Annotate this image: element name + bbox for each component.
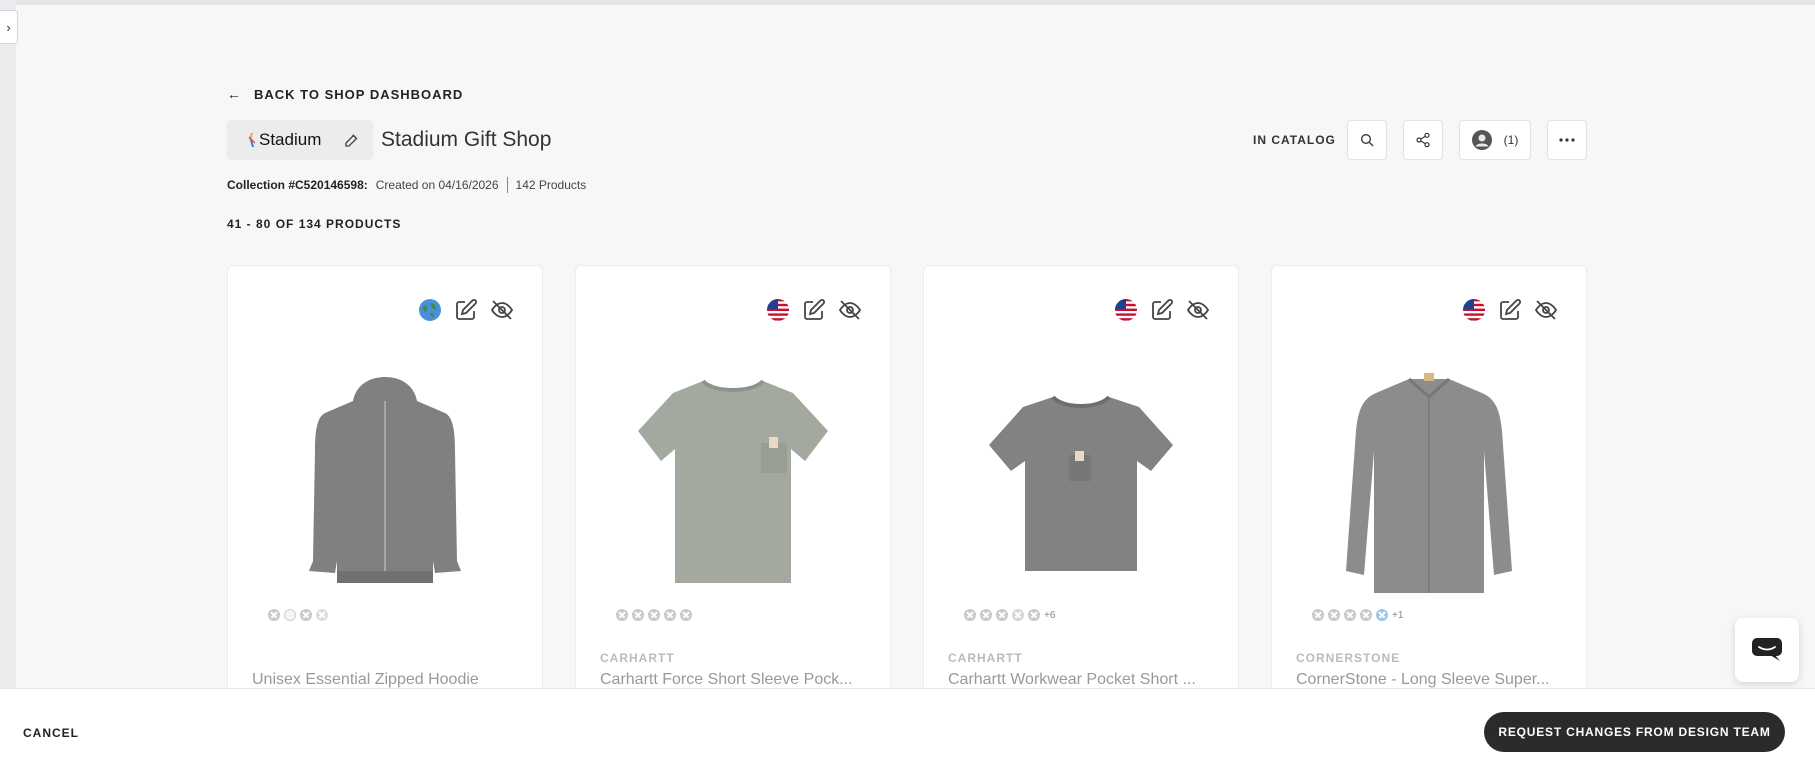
avatar-icon	[1471, 130, 1492, 150]
color-swatches: +1	[1312, 609, 1403, 621]
hide-eye-icon[interactable]	[490, 298, 514, 322]
color-swatch[interactable]	[1376, 609, 1388, 621]
collection-meta: Collection #C520146598: Created on 04/16…	[227, 177, 586, 193]
chat-launcher-button[interactable]	[1735, 618, 1799, 682]
edit-logo-icon[interactable]	[343, 131, 361, 149]
edit-icon[interactable]	[1150, 298, 1174, 322]
stadium-logo-mark-icon	[248, 132, 256, 148]
us-flag-icon	[1115, 299, 1137, 321]
collaborators-count: (1)	[1503, 133, 1519, 147]
top-border	[0, 0, 1815, 5]
color-swatch[interactable]	[1344, 609, 1356, 621]
edit-icon[interactable]	[1498, 298, 1522, 322]
chat-icon	[1752, 638, 1782, 661]
color-swatch[interactable]	[980, 609, 992, 621]
product-count: 142 Products	[515, 178, 587, 192]
product-image	[1346, 373, 1512, 593]
color-swatch[interactable]	[648, 609, 660, 621]
product-name[interactable]: CornerStone - Long Sleeve Super...	[1296, 671, 1572, 689]
edit-icon[interactable]	[802, 298, 826, 322]
product-card[interactable]: Unisex Essential Zipped Hoodie	[227, 265, 543, 705]
product-name[interactable]: Unisex Essential Zipped Hoodie	[252, 671, 528, 689]
back-to-dashboard-link[interactable]: ← BACK TO SHOP DASHBOARD	[227, 86, 463, 102]
color-swatch[interactable]	[616, 609, 628, 621]
color-swatch[interactable]	[664, 609, 676, 621]
color-swatch[interactable]	[1012, 609, 1024, 621]
card-actions	[1102, 298, 1210, 322]
globe-icon	[419, 299, 441, 321]
color-swatches	[268, 609, 332, 621]
product-card[interactable]: CARHARTT Carhartt Force Short Sleeve Poc…	[575, 265, 891, 705]
product-name[interactable]: Carhartt Force Short Sleeve Pock...	[600, 671, 876, 689]
search-button[interactable]	[1347, 120, 1387, 160]
more-colors-count: +6	[1044, 609, 1056, 621]
color-swatch[interactable]	[964, 609, 976, 621]
more-colors-count: +1	[1392, 609, 1404, 621]
divider	[506, 177, 508, 193]
search-icon	[1361, 134, 1374, 147]
color-swatch[interactable]	[1028, 609, 1040, 621]
card-actions	[406, 298, 514, 322]
color-swatch[interactable]	[680, 609, 692, 621]
collaborators-button[interactable]: (1)	[1459, 120, 1531, 160]
product-name[interactable]: Carhartt Workwear Pocket Short ...	[948, 671, 1224, 689]
collection-id: Collection #C520146598:	[227, 178, 368, 192]
more-options-button[interactable]	[1547, 120, 1587, 160]
color-swatch[interactable]	[996, 609, 1008, 621]
page-title: Stadium Gift Shop	[381, 128, 552, 151]
color-swatch[interactable]	[1312, 609, 1324, 621]
action-footer: CANCEL REQUEST CHANGES FROM DESIGN TEAM	[0, 688, 1815, 762]
product-card[interactable]: +1 CORNERSTONE CornerStone - Long Sleeve…	[1271, 265, 1587, 705]
ellipsis-icon	[1559, 138, 1575, 142]
color-swatch[interactable]	[316, 609, 328, 621]
us-flag-icon	[1463, 299, 1485, 321]
product-brand: CARHARTT	[948, 651, 1023, 665]
card-actions	[1450, 298, 1558, 322]
hide-eye-icon[interactable]	[1534, 298, 1558, 322]
cancel-button[interactable]: CANCEL	[23, 726, 79, 740]
product-brand: CARHARTT	[600, 651, 675, 665]
color-swatch[interactable]	[300, 609, 312, 621]
chevron-right-icon: ›	[6, 19, 11, 35]
share-icon	[1416, 132, 1430, 148]
color-swatch[interactable]	[1328, 609, 1340, 621]
pagination-range: 41 - 80 OF 134 PRODUCTS	[227, 217, 402, 231]
hide-eye-icon[interactable]	[838, 298, 862, 322]
request-changes-button[interactable]: REQUEST CHANGES FROM DESIGN TEAM	[1484, 712, 1785, 752]
product-image	[638, 379, 828, 583]
hide-eye-icon[interactable]	[1186, 298, 1210, 322]
card-actions	[754, 298, 862, 322]
color-swatches	[616, 609, 696, 621]
color-swatch[interactable]	[268, 609, 280, 621]
arrow-left-icon: ←	[227, 86, 242, 102]
color-swatch[interactable]	[632, 609, 644, 621]
us-flag-icon	[767, 299, 789, 321]
shop-logo: Stadium	[227, 120, 373, 160]
back-link-label: BACK TO SHOP DASHBOARD	[254, 86, 464, 102]
color-swatch[interactable]	[1360, 609, 1372, 621]
product-brand: CORNERSTONE	[1296, 651, 1401, 665]
status-badge: IN CATALOG	[1253, 133, 1336, 147]
product-card[interactable]: +6 CARHARTT Carhartt Workwear Pocket Sho…	[923, 265, 1239, 705]
edit-icon[interactable]	[454, 298, 478, 322]
created-date: Created on 04/16/2026	[375, 178, 499, 192]
color-swatches: +6	[964, 609, 1055, 621]
color-swatch[interactable]	[284, 609, 296, 621]
product-image	[309, 377, 461, 583]
sidebar-toggle-button[interactable]: ›	[0, 10, 18, 44]
left-sidebar-strip	[0, 0, 16, 762]
product-image	[989, 395, 1173, 571]
share-button[interactable]	[1403, 120, 1443, 160]
logo-text: Stadium	[259, 130, 322, 149]
